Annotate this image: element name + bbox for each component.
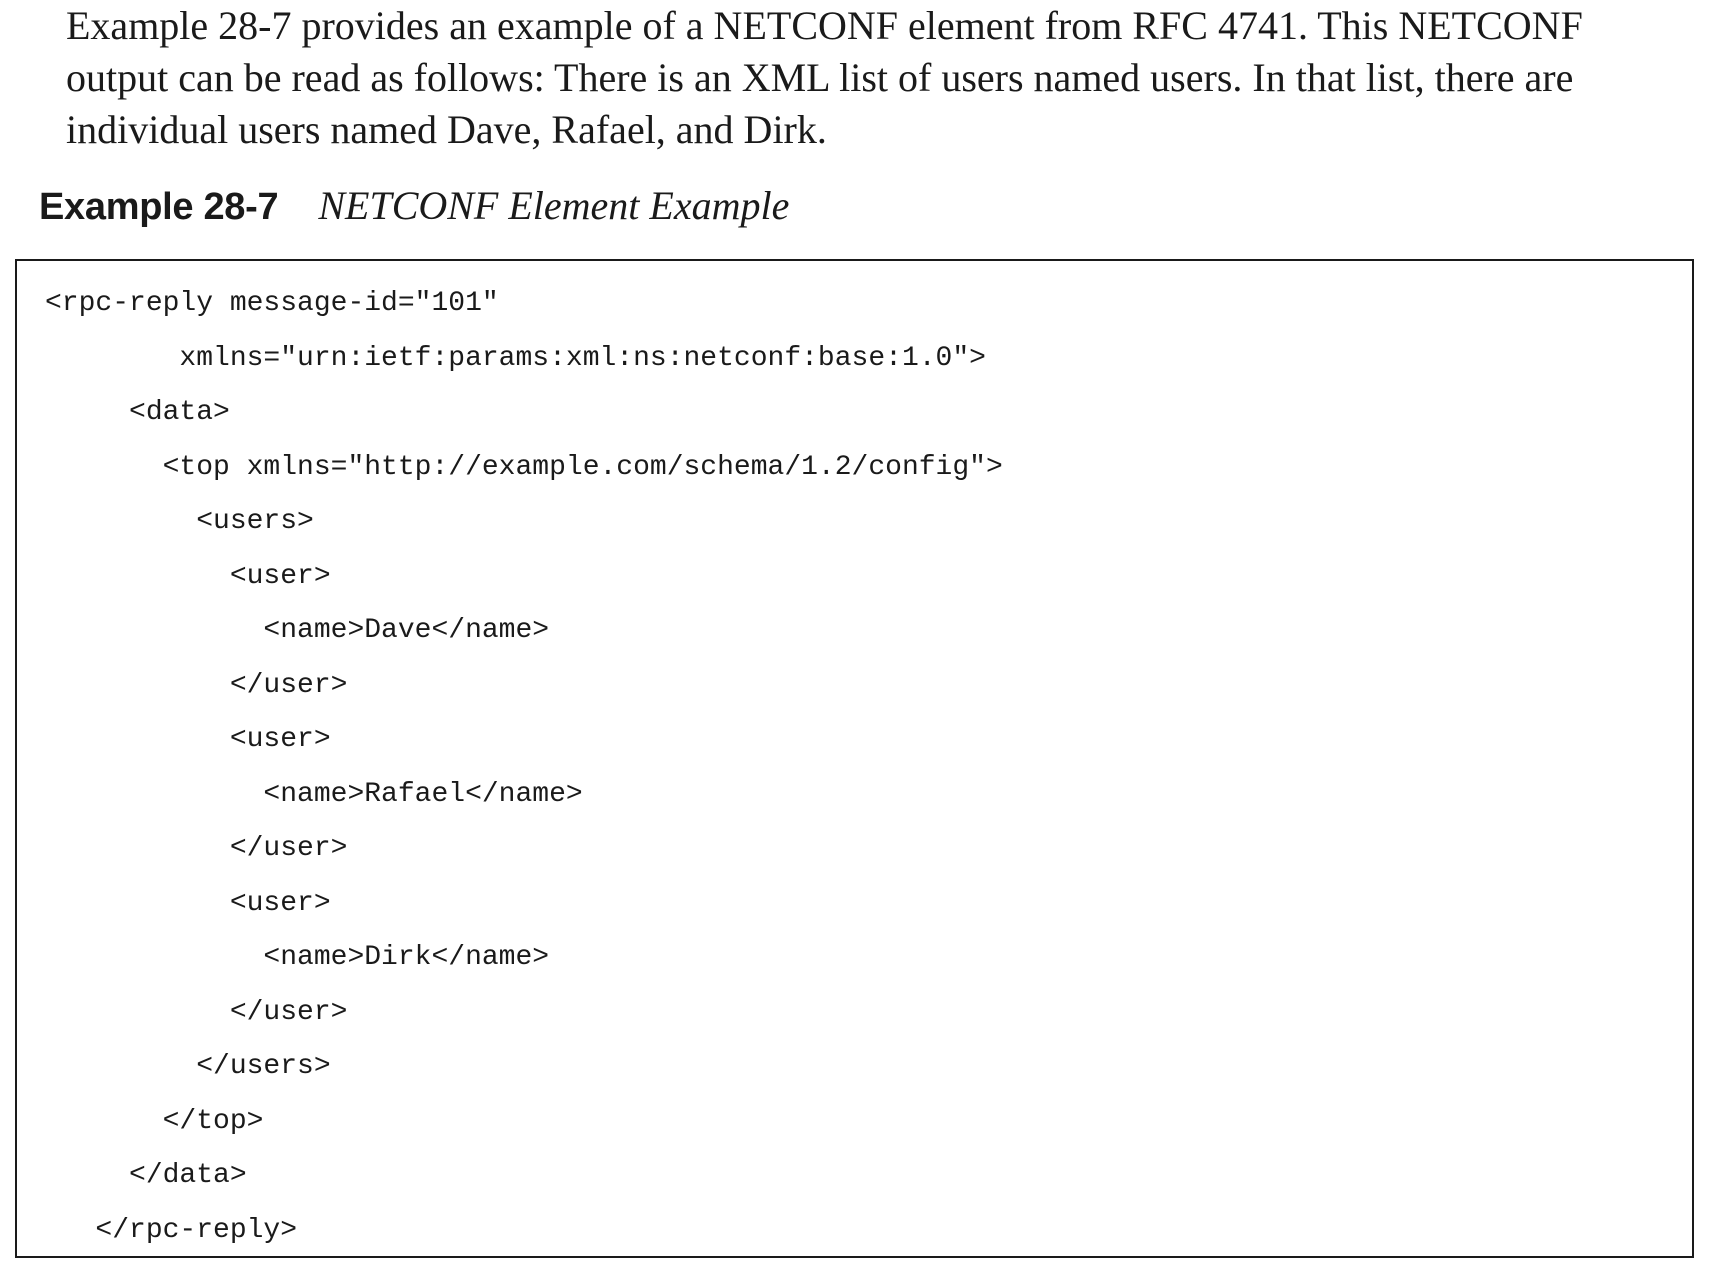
code-line: <rpc-reply message-id="101" [45,288,499,319]
code-line: </user> [45,833,348,864]
paragraph-line: Example 28-7 provides an example of a NE… [66,3,1583,48]
code-line: <top xmlns="http://example.com/schema/1.… [45,451,1003,483]
code-line: <user> [45,887,331,919]
code-line: </rpc-reply> [45,1214,298,1246]
code-listing-box: <rpc-reply message-id="101" xmlns="urn:i… [15,259,1694,1258]
code-line: </data> [45,1160,247,1191]
code-listing: <rpc-reply message-id="101" xmlns="urn:i… [45,277,1003,1258]
paragraph-line: individual users named Dave, Rafael, and… [66,107,827,152]
code-line: <user> [45,724,331,755]
code-line: </user> [45,996,348,1028]
code-line: <name>Dave</name> [45,615,550,646]
code-line: <users> [45,506,314,537]
code-line: <data> [45,397,230,428]
example-label: Example 28-7 [39,186,279,228]
code-line: <name>Rafael</name> [45,778,583,810]
example-title: NETCONF Element Example [318,183,790,228]
code-line: xmlns="urn:ietf:params:xml:ns:netconf:ba… [45,342,986,374]
code-line: </users> [45,1051,331,1082]
code-line: </top> [45,1105,264,1137]
paragraph-line: output can be read as follows: There is … [66,55,1574,100]
intro-paragraph: Example 28-7 provides an example of a NE… [66,0,1706,156]
code-line: <name>Dirk</name> [45,942,550,973]
example-caption: Example 28-7 NETCONF Element Example [39,178,789,234]
code-line: <user> [45,560,331,592]
code-line: </user> [45,669,348,701]
